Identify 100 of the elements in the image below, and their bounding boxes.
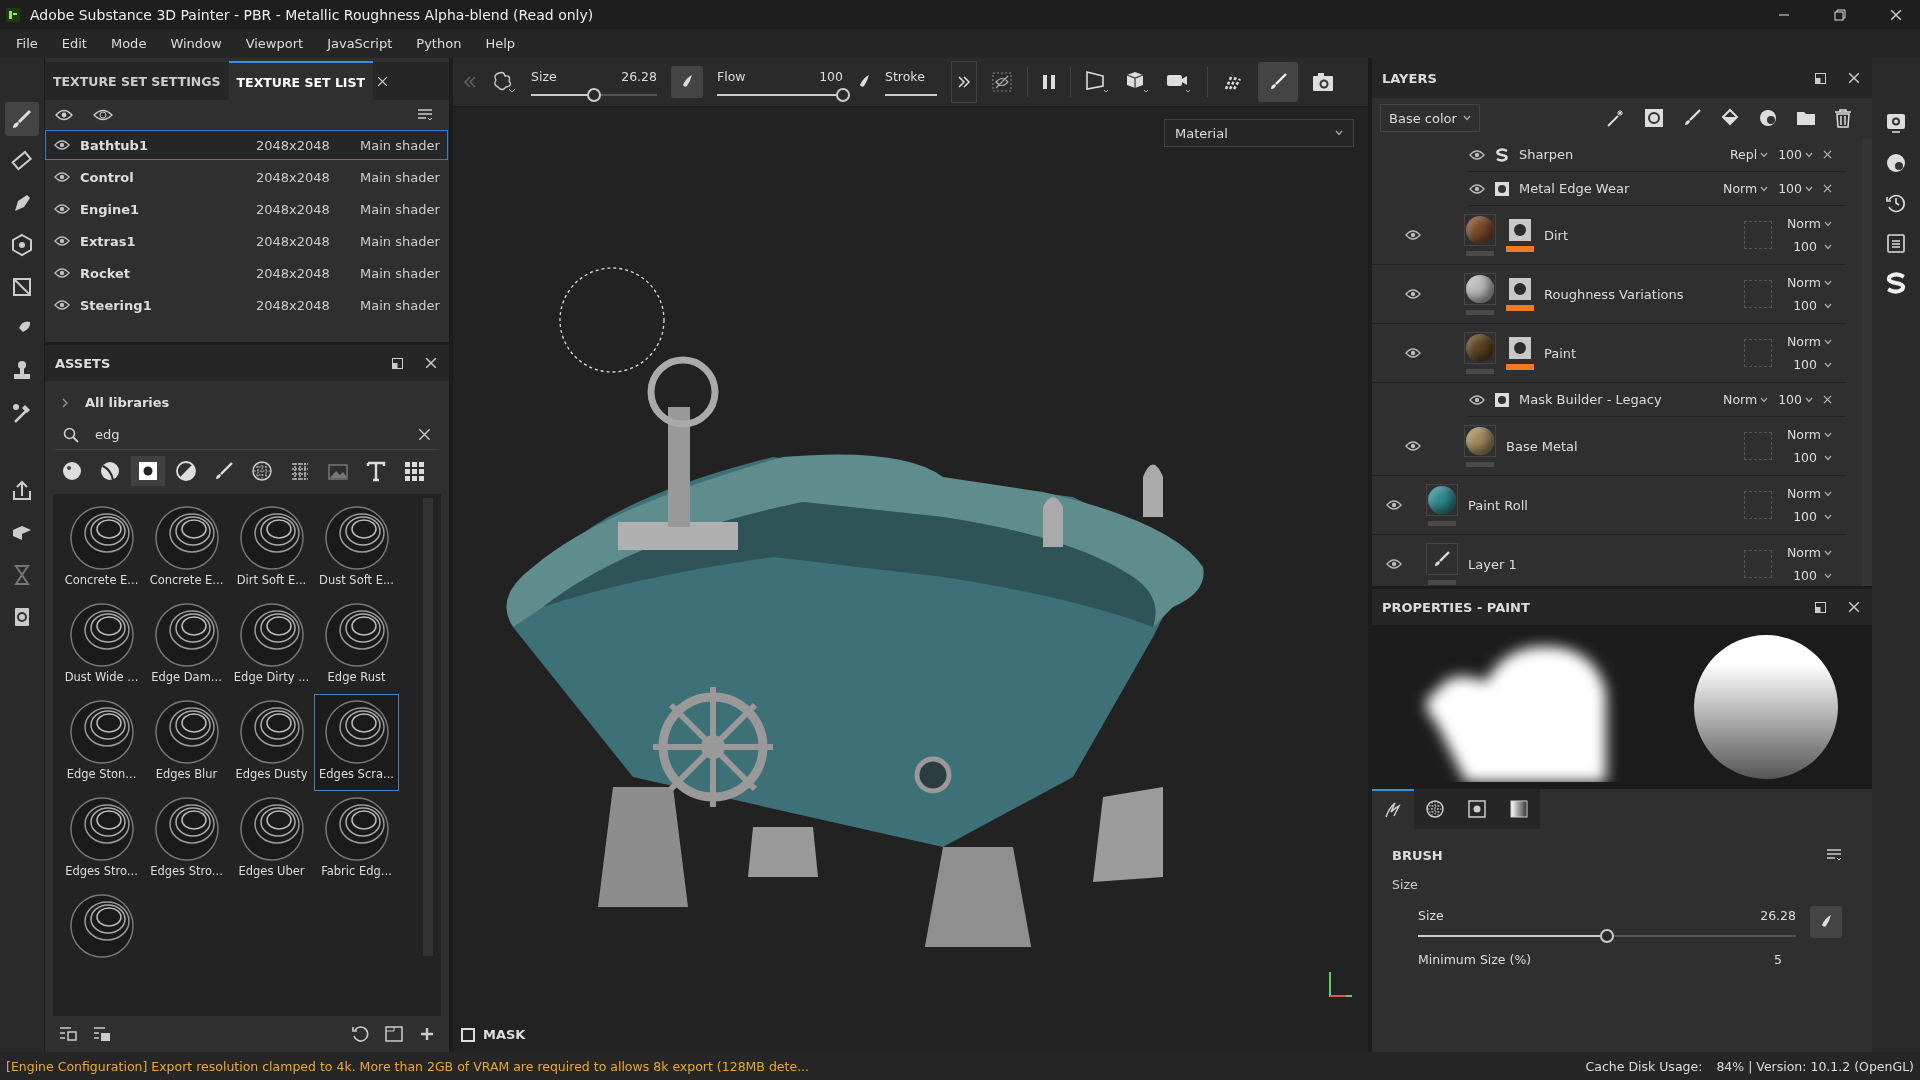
brush-icon[interactable]	[1682, 108, 1702, 128]
menu-item[interactable]: Python	[404, 36, 474, 51]
close-icon[interactable]	[425, 357, 437, 369]
close-icon[interactable]	[1890, 8, 1902, 21]
blend-mode-dropdown[interactable]: Norm	[1786, 427, 1832, 442]
screenshot-camera-icon[interactable]	[1312, 72, 1334, 92]
cube-icon[interactable]	[1125, 70, 1151, 94]
search-field[interactable]: edg	[93, 426, 404, 443]
asset-tile[interactable]: Dust Wide ...	[59, 597, 144, 694]
open-list-icon[interactable]	[93, 1026, 111, 1042]
eye-icon[interactable]	[54, 235, 70, 247]
add-mask-icon[interactable]	[1644, 108, 1664, 128]
menu-item[interactable]: Edit	[49, 36, 99, 51]
eye-icon[interactable]	[1469, 148, 1485, 161]
asset-tile[interactable]: Edges Stro...	[59, 791, 144, 888]
expand-chevron-icon[interactable]	[61, 397, 69, 408]
more-button[interactable]	[951, 61, 977, 103]
alpha-tab-icon[interactable]	[1414, 789, 1456, 829]
close-icon[interactable]	[377, 75, 389, 87]
asset-tile[interactable]: Edges Stro...	[144, 791, 229, 888]
flow-slider-thumb[interactable]	[836, 87, 850, 102]
fill-bucket-icon[interactable]	[1720, 108, 1740, 128]
library-breadcrumb[interactable]: All libraries	[85, 395, 170, 410]
eye-icon[interactable]	[54, 267, 70, 279]
size-slider-thumb[interactable]	[1600, 928, 1614, 943]
size-slider-thumb[interactable]	[587, 87, 601, 102]
pause-icon[interactable]	[1042, 74, 1056, 90]
eye-icon[interactable]	[1405, 347, 1421, 359]
gradient-tab-icon[interactable]	[1498, 789, 1540, 829]
blend-mode-dropdown[interactable]: Norm	[1786, 486, 1832, 501]
visibility-toggle-icon[interactable]	[55, 108, 75, 122]
menu-item[interactable]: File	[4, 36, 50, 51]
menu-item[interactable]: Mode	[98, 36, 159, 51]
smart-material-icon[interactable]	[1758, 108, 1778, 128]
collapse-icon[interactable]	[463, 75, 477, 89]
texture-set-row[interactable]: Steering1 2048x2048 Main shader	[45, 290, 448, 320]
section-menu-icon[interactable]	[1826, 847, 1842, 863]
trash-icon[interactable]	[1834, 108, 1852, 128]
hide-icon[interactable]	[991, 71, 1013, 93]
blend-mode-dropdown[interactable]: Norm	[1786, 275, 1832, 290]
asset-tile[interactable]: Edges Scra...	[314, 694, 399, 791]
asset-tile[interactable]: Edge Dam...	[144, 597, 229, 694]
effect-name[interactable]: Metal Edge Wear	[1519, 181, 1714, 196]
display-settings-icon[interactable]	[1885, 152, 1907, 174]
asset-tile[interactable]: Edge Rust	[314, 597, 399, 694]
blend-mode-dropdown[interactable]: Norm	[1786, 334, 1832, 349]
texture-set-row[interactable]: Engine1 2048x2048 Main shader	[45, 194, 448, 224]
opacity-dropdown[interactable]: 100	[1778, 181, 1813, 196]
channel-dropdown[interactable]: Base color	[1380, 104, 1480, 132]
menu-item[interactable]: Viewport	[233, 36, 316, 51]
asset-tile[interactable]: Concrete E...	[144, 500, 229, 597]
layer-name[interactable]: Paint	[1544, 345, 1734, 361]
add-icon[interactable]	[419, 1026, 435, 1042]
mask-thumbnail[interactable]	[1509, 336, 1531, 359]
pen-pressure-button[interactable]	[671, 66, 703, 98]
asset-tile[interactable]: Edge Ston...	[59, 694, 144, 791]
mask-thumbnail[interactable]	[1509, 218, 1531, 241]
opacity-dropdown[interactable]: 100	[1778, 392, 1813, 407]
effect-name[interactable]: Mask Builder - Legacy	[1519, 392, 1714, 407]
texture-set-row[interactable]: Control 2048x2048 Main shader	[45, 162, 448, 192]
asset-tile[interactable]: Fabric Edg...	[314, 791, 399, 888]
magic-wand-icon[interactable]	[1606, 108, 1626, 128]
eye-icon[interactable]	[54, 203, 70, 215]
mask-thumbnail[interactable]	[1509, 277, 1531, 300]
float-panel-icon[interactable]	[392, 357, 403, 369]
blend-mode-dropdown[interactable]: Norm	[1786, 216, 1832, 231]
asset-tile[interactable]: Edge Dirty ...	[229, 597, 314, 694]
panel-tab[interactable]: TEXTURE SET SETTINGS	[45, 62, 229, 100]
list-settings-icon[interactable]	[417, 108, 433, 122]
menu-item[interactable]: Window	[158, 36, 234, 51]
layer-name[interactable]: Dirt	[1544, 227, 1734, 243]
float-panel-icon[interactable]	[1815, 601, 1826, 613]
opacity-dropdown[interactable]: 100	[1793, 450, 1832, 465]
eye-icon[interactable]	[1469, 182, 1485, 195]
remove-icon[interactable]	[1823, 395, 1832, 404]
close-icon[interactable]	[1848, 72, 1860, 84]
eye-icon[interactable]	[54, 299, 70, 311]
eye-icon[interactable]	[1405, 229, 1421, 241]
save-list-icon[interactable]	[59, 1026, 77, 1042]
texture-set-row[interactable]: Bathtub1 2048x2048 Main shader	[45, 130, 448, 160]
opacity-dropdown[interactable]: 100	[1793, 357, 1832, 372]
pen-pressure-button[interactable]	[1810, 906, 1842, 938]
history-icon[interactable]	[1885, 192, 1907, 214]
panel-tab[interactable]: TEXTURE SET LIST	[228, 61, 374, 101]
asset-tile[interactable]: Edges Uber	[229, 791, 314, 888]
menu-item[interactable]: JavaScript	[315, 36, 405, 51]
solo-view-icon[interactable]	[93, 108, 113, 122]
menu-item[interactable]: Help	[473, 36, 527, 51]
log-icon[interactable]	[1885, 232, 1907, 254]
restore-icon[interactable]	[1834, 8, 1846, 21]
blend-mode-dropdown[interactable]: Repl	[1729, 147, 1769, 162]
eye-icon[interactable]	[1405, 440, 1421, 452]
layer-name[interactable]: Paint Roll	[1468, 497, 1734, 513]
eye-icon[interactable]	[1386, 558, 1402, 570]
blend-mode-dropdown[interactable]: Norm	[1786, 545, 1832, 560]
remove-icon[interactable]	[1823, 150, 1832, 159]
opacity-dropdown[interactable]: 100	[1793, 509, 1832, 524]
refresh-icon[interactable]	[351, 1025, 369, 1043]
asset-tile[interactable]: Edges Blur	[144, 694, 229, 791]
asset-tile[interactable]: Edges Dusty	[229, 694, 314, 791]
